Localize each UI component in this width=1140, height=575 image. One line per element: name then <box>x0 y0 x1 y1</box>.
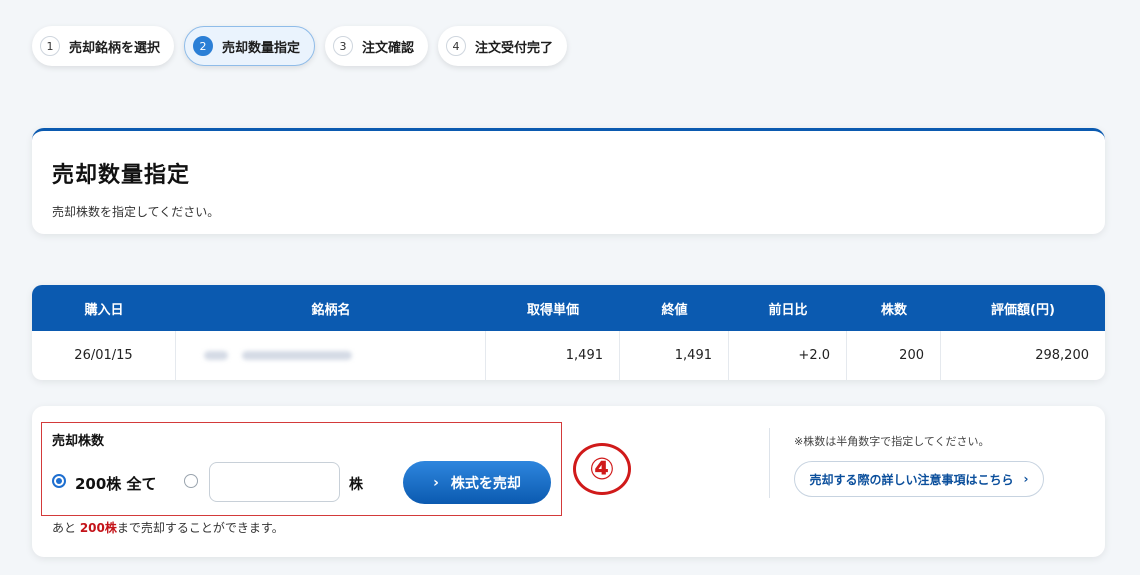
step-number: 3 <box>333 36 354 56</box>
chevron-right-icon: › <box>433 474 439 491</box>
page-subtitle: 売却株数を指定してください。 <box>52 205 220 219</box>
order-card: 売却株数 200株 全て 株 › 株式を売却 あと 200株まで売却することがで… <box>32 406 1105 557</box>
cell-change: +2.0 <box>729 331 847 380</box>
quantity-input[interactable] <box>209 462 340 502</box>
step-number: 4 <box>446 36 467 56</box>
divider <box>769 428 770 498</box>
all-shares-label: 200株 全て <box>75 475 157 493</box>
annotation-marker: ④ <box>573 443 631 495</box>
step-2[interactable]: 2 売却数量指定 <box>184 26 316 66</box>
cell-purchase-date: 26/01/15 <box>32 331 176 380</box>
detail-notes-button[interactable]: 売却する際の詳しい注意事項はこちら › <box>794 461 1044 497</box>
step-4[interactable]: 4 注文受付完了 <box>438 26 568 66</box>
remain-prefix: あと <box>52 521 80 535</box>
step-1[interactable]: 1 売却銘柄を選択 <box>32 26 175 66</box>
page-title: 売却数量指定 <box>52 163 191 188</box>
chevron-right-icon: › <box>1023 472 1029 486</box>
cell-close-price: 1,491 <box>620 331 729 380</box>
cell-shares: 200 <box>847 331 941 380</box>
header-stock-name: 銘柄名 <box>311 302 351 318</box>
input-note: ※株数は半角数字で指定してください。 <box>794 435 990 448</box>
sell-stock-button[interactable]: › 株式を売却 <box>403 461 551 504</box>
remaining-shares-text: あと 200株まで売却することができます。 <box>52 519 284 536</box>
table-row: 26/01/15 1,491 1,491 +2.0 200 298,200 <box>32 331 1105 380</box>
holdings-table: 購入日 銘柄名 取得単価 終値 前日比 株数 評価額(円) 26/01/15 1… <box>32 285 1105 380</box>
remain-suffix: まで売却することができます。 <box>116 521 284 535</box>
step-label: 注文確認 <box>362 40 415 56</box>
remain-shares: 200株 <box>79 521 117 535</box>
step-label: 売却数量指定 <box>222 40 301 56</box>
header-change: 前日比 <box>768 302 808 318</box>
cell-value: 298,200 <box>1035 348 1089 363</box>
header-shares: 株数 <box>880 302 907 318</box>
unit-label: 株 <box>349 477 363 493</box>
header-close-price: 終値 <box>661 302 688 318</box>
table-header: 購入日 銘柄名 取得単価 終値 前日比 株数 評価額(円) <box>32 285 1105 331</box>
header-purchase-date: 購入日 <box>84 302 124 318</box>
step-progress: 1 売却銘柄を選択 2 売却数量指定 3 注文確認 4 注文受付完了 <box>32 26 568 66</box>
title-card: 売却数量指定 売却株数を指定してください。 <box>32 128 1105 234</box>
step-label: 売却銘柄を選択 <box>69 40 161 56</box>
header-acquisition-price: 取得単価 <box>526 302 579 318</box>
step-label: 注文受付完了 <box>475 40 554 56</box>
sell-quantity-label: 売却株数 <box>52 434 105 449</box>
step-3[interactable]: 3 注文確認 <box>325 26 429 66</box>
radio-custom-shares[interactable] <box>184 474 198 488</box>
radio-all-shares[interactable] <box>52 474 66 488</box>
header-value: 評価額(円) <box>991 302 1055 318</box>
step-number: 1 <box>40 36 60 56</box>
detail-button-label: 売却する際の詳しい注意事項はこちら <box>809 472 1014 487</box>
cell-stock-name <box>176 331 486 380</box>
cell-acquisition-price: 1,491 <box>486 331 620 380</box>
sell-button-label: 株式を売却 <box>450 475 521 492</box>
redacted-stock-name <box>176 351 352 360</box>
step-number: 2 <box>193 36 214 56</box>
